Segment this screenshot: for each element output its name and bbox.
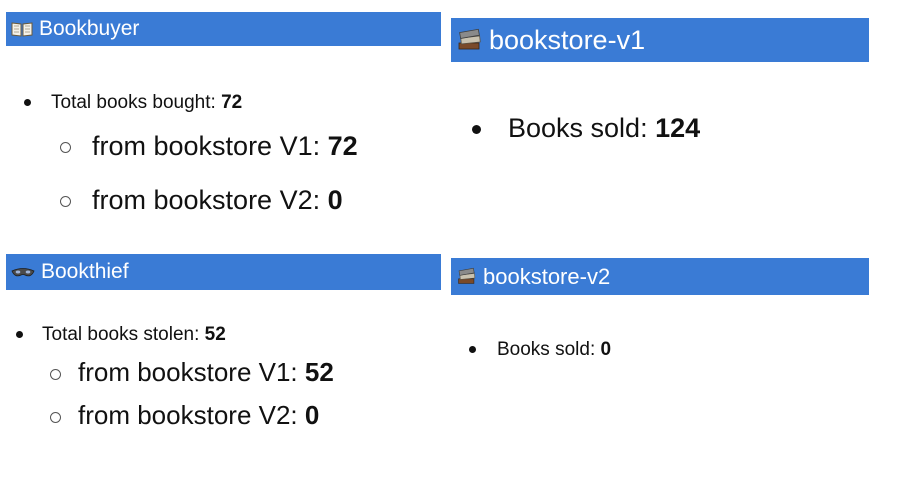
bookthief-title: Bookthief — [41, 260, 129, 283]
bookstore-v2-header: bookstore-v2 — [451, 258, 869, 295]
bookstore-v1-sold-label: Books sold: — [508, 113, 656, 143]
bullet-ring — [50, 411, 61, 423]
bookthief-v1-item: from bookstore V1: 52 — [50, 357, 334, 388]
stacked-books-icon — [457, 267, 477, 286]
bookbuyer-total-value: 72 — [221, 92, 243, 113]
bookthief-v1-value: 52 — [304, 357, 334, 387]
bookbuyer-title: Bookbuyer — [39, 17, 140, 40]
bookstore-v2-sold-item: Books sold: 0 — [469, 339, 611, 361]
bookthief-v2-value: 0 — [304, 400, 320, 430]
bookbuyer-v2-item: from bookstore V2: 0 — [60, 185, 343, 216]
bookbuyer-header: Bookbuyer — [6, 12, 441, 46]
bookthief-v1-label: from bookstore V1: — [78, 357, 305, 387]
bookbuyer-v1-item: from bookstore V1: 72 — [60, 131, 358, 162]
bookbuyer-v1-value: 72 — [327, 131, 358, 161]
bookthief-total-value: 52 — [204, 324, 226, 345]
open-book-icon — [11, 21, 33, 37]
bullet-dot — [24, 99, 31, 107]
bookstore-v2-sold-value: 0 — [600, 339, 612, 360]
bookstore-v1-sold-item: Books sold: 124 — [472, 113, 700, 144]
bullet-dot — [472, 125, 481, 135]
bullet-dot — [469, 346, 476, 354]
bookbuyer-v2-label: from bookstore V2: — [92, 185, 328, 215]
bookthief-v2-label: from bookstore V2: — [78, 400, 305, 430]
bullet-dot — [16, 331, 23, 339]
bullet-ring — [60, 196, 71, 208]
bookstore-v1-sold-value: 124 — [655, 113, 701, 143]
bookbuyer-v2-value: 0 — [327, 185, 343, 215]
bookthief-total-item: Total books stolen: 52 — [16, 324, 226, 346]
stacked-books-icon — [457, 28, 483, 52]
bookthief-header: Bookthief — [6, 254, 441, 290]
bookbuyer-v1-label: from bookstore V1: — [92, 131, 328, 161]
bookbuyer-total-label: Total books bought: — [51, 92, 222, 113]
bullet-ring — [60, 142, 71, 154]
thief-mask-icon — [11, 265, 35, 279]
bookthief-total-label: Total books stolen: — [42, 324, 205, 345]
bookbuyer-total-item: Total books bought: 72 — [24, 92, 242, 114]
bookstore-v2-sold-label: Books sold: — [497, 339, 601, 360]
bookstore-v1-title: bookstore-v1 — [489, 24, 646, 55]
bookthief-v2-item: from bookstore V2: 0 — [50, 400, 319, 431]
bookstore-v2-title: bookstore-v2 — [483, 263, 611, 289]
bullet-ring — [50, 368, 61, 380]
bookstore-v1-header: bookstore-v1 — [451, 18, 869, 62]
